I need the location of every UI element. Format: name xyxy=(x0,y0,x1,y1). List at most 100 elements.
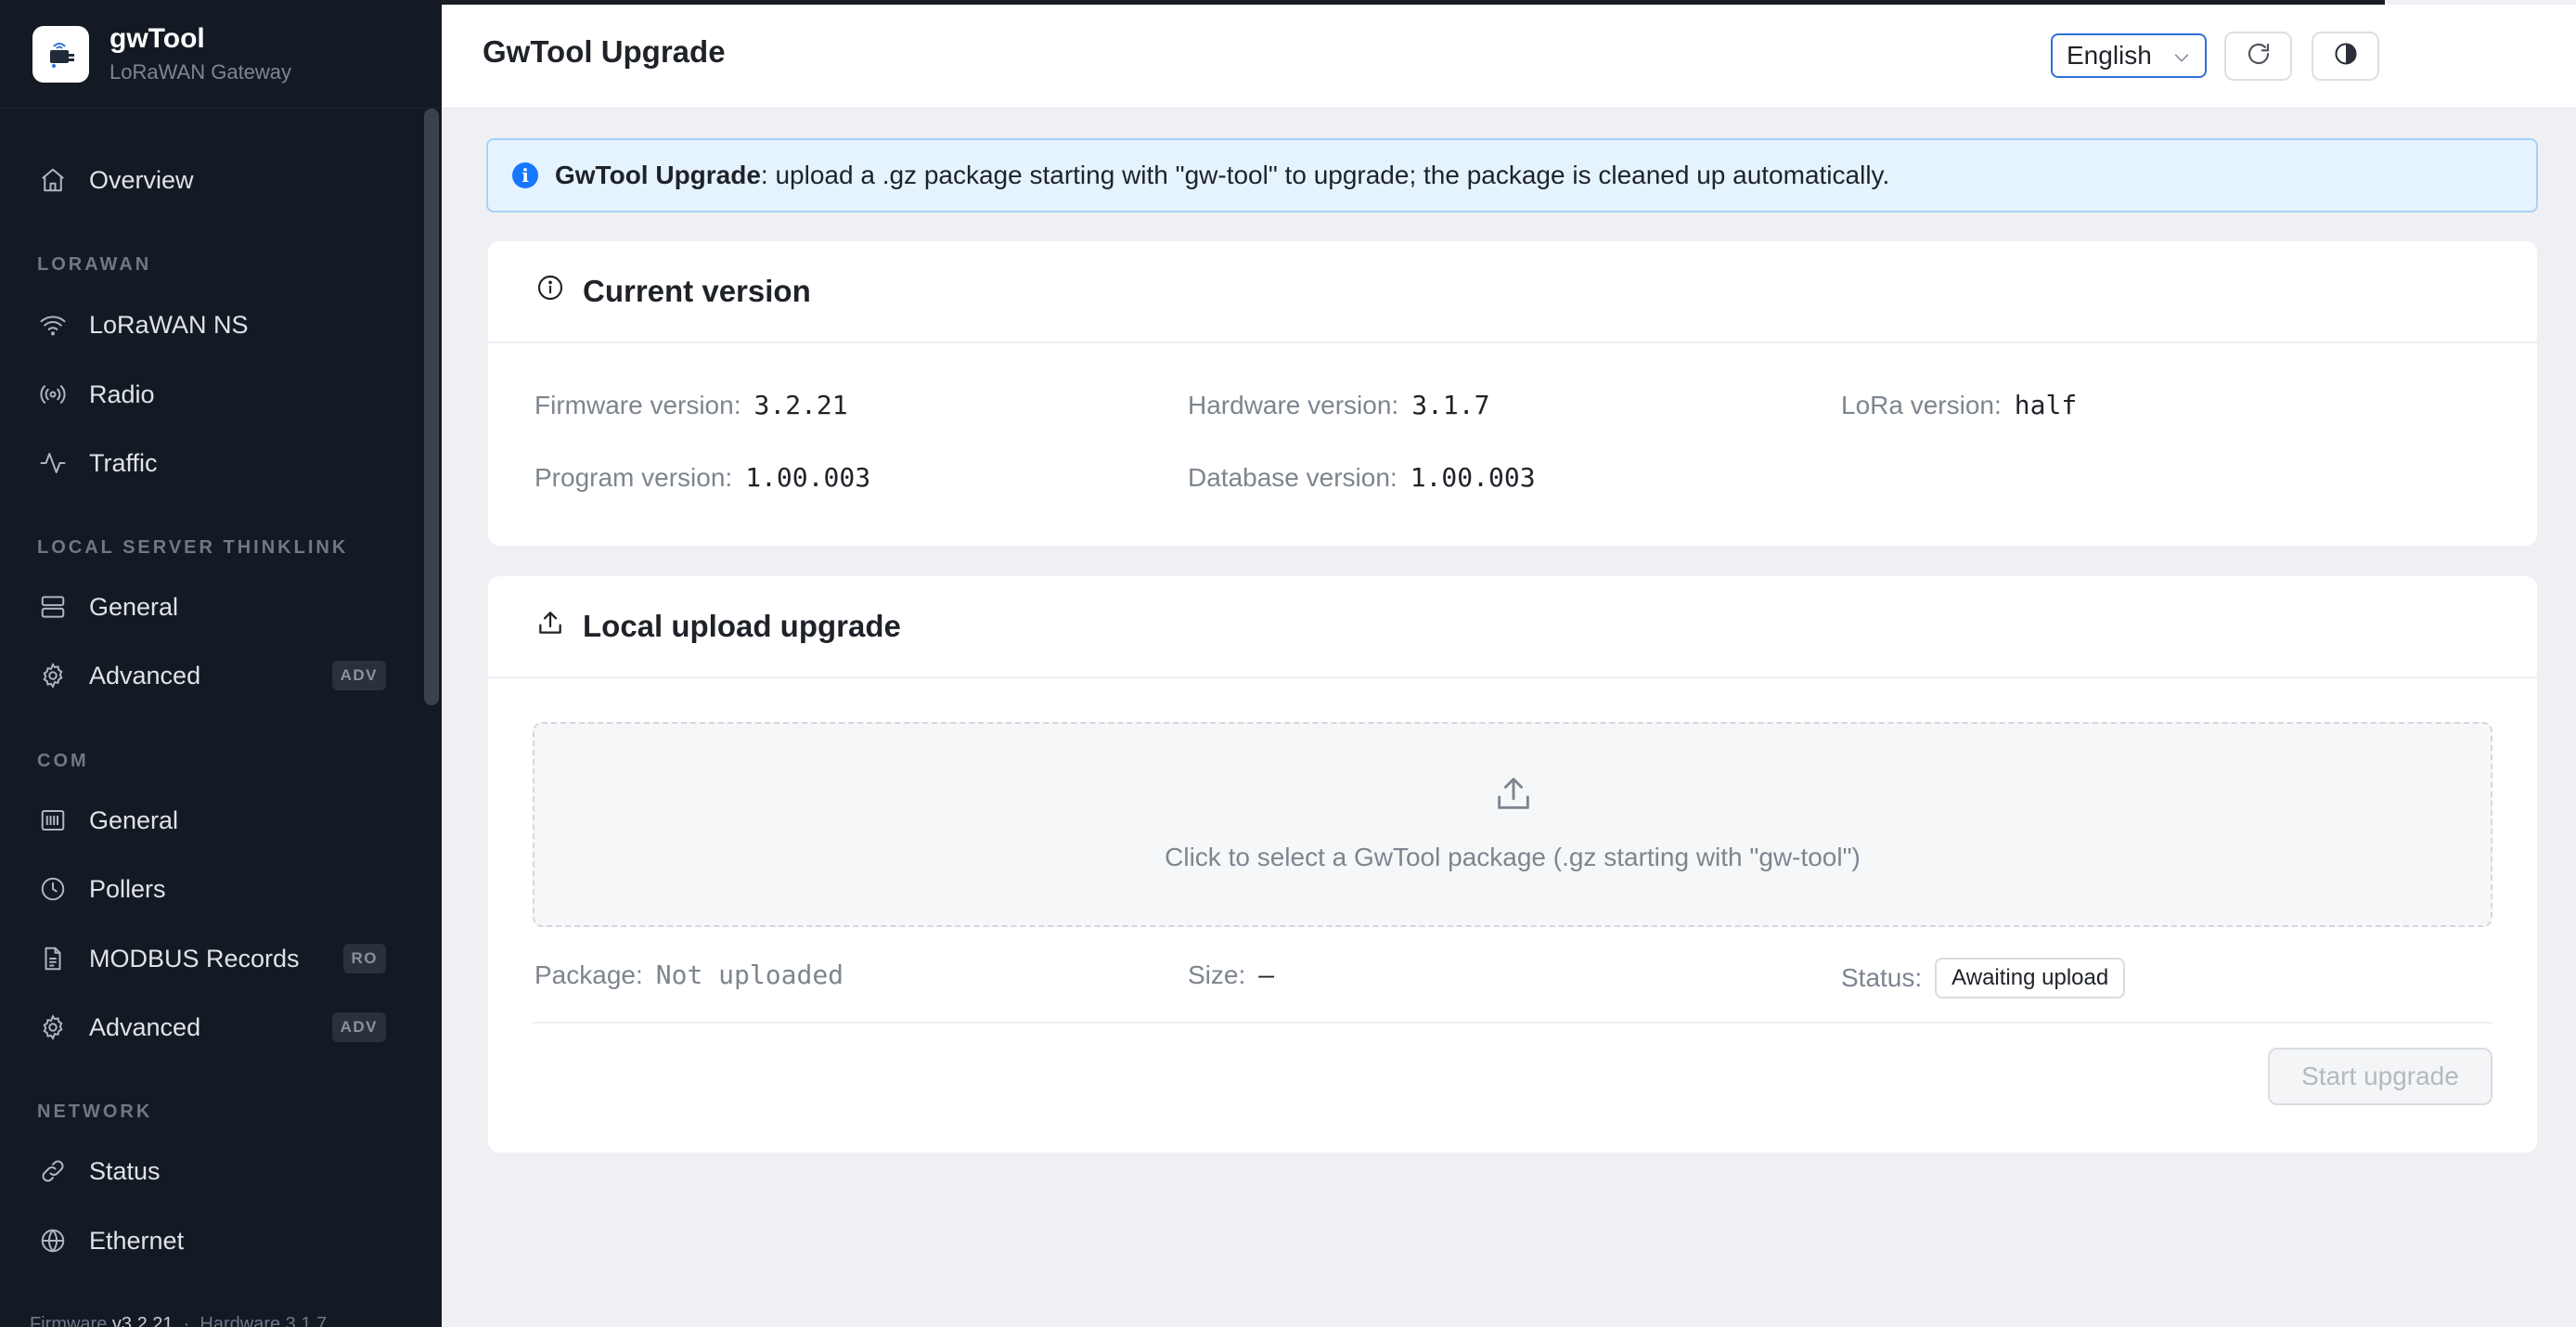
theme-toggle-button[interactable] xyxy=(2312,32,2379,81)
field-colon: : xyxy=(733,391,741,419)
gateway-logo-icon xyxy=(32,25,89,83)
sidebar-item-label: Traffic xyxy=(89,448,158,477)
ro-badge: RO xyxy=(342,944,386,973)
language-select[interactable]: English xyxy=(2051,33,2207,78)
section-lorawan: LORAWAN xyxy=(37,254,152,275)
upload-icon xyxy=(1492,772,1535,815)
field-colon: : xyxy=(1391,391,1399,419)
field-label: Size xyxy=(1188,960,1239,989)
sidebar-item-pollers[interactable]: Pollers xyxy=(0,860,423,918)
language-value: English xyxy=(2067,41,2152,70)
firmware-version-value: 3.2.21 xyxy=(753,390,848,420)
footer-firmware-value: v3.2.21 xyxy=(111,1314,174,1327)
sidebar-item-label: General xyxy=(89,592,179,621)
field-colon: : xyxy=(1389,463,1397,492)
sidebar-item-ethernet[interactable]: Ethernet xyxy=(0,1212,423,1269)
sidebar-item-label: Advanced xyxy=(89,661,201,689)
app-name: gwTool xyxy=(109,23,205,54)
sidebar-item-label: LoRaWAN NS xyxy=(89,310,249,339)
alert-title: GwTool Upgrade xyxy=(555,161,761,189)
sidebar-item-label: Pollers xyxy=(89,874,166,903)
database-version-value: 1.00.003 xyxy=(1410,462,1536,493)
sidebar-item-label: Radio xyxy=(89,380,155,408)
footer-firmware-label: Firmware xyxy=(30,1314,108,1327)
size-field: Size: — xyxy=(1188,960,1274,990)
sidebar-item-overview[interactable]: Overview xyxy=(0,151,423,209)
lora-version-value: half xyxy=(2014,390,2078,420)
barcode-icon xyxy=(37,805,69,836)
package-value: Not uploaded xyxy=(655,960,844,990)
program-version-value: 1.00.003 xyxy=(745,462,871,493)
radio-icon xyxy=(37,379,69,410)
sidebar-item-label: General xyxy=(89,805,179,834)
size-value: — xyxy=(1258,960,1275,990)
field-label: Firmware version xyxy=(535,391,734,419)
divider xyxy=(533,1022,2492,1024)
field-colon: : xyxy=(635,960,643,989)
sidebar-item-local-general[interactable]: General xyxy=(0,578,423,636)
sidebar-item-label: MODBUS Records xyxy=(89,944,300,973)
refresh-button[interactable] xyxy=(2224,32,2292,81)
gear-icon xyxy=(37,1011,69,1043)
refresh-icon xyxy=(2245,40,2273,72)
contrast-icon xyxy=(2333,41,2359,71)
sidebar-item-label: Overview xyxy=(89,165,194,194)
gear-icon xyxy=(37,660,69,691)
adv-badge: ADV xyxy=(331,661,386,690)
sidebar-item-com-advanced[interactable]: Advanced ADV xyxy=(0,998,423,1056)
firmware-version-field: Firmware version: 3.2.21 xyxy=(535,390,848,420)
start-upgrade-button[interactable]: Start upgrade xyxy=(2268,1048,2492,1105)
adv-badge: ADV xyxy=(331,1012,386,1042)
field-label: LoRa version xyxy=(1841,391,1994,419)
field-label: Database version xyxy=(1188,463,1390,492)
sidebar-item-traffic[interactable]: Traffic xyxy=(0,434,423,492)
card-header: Current version xyxy=(488,241,2537,343)
field-colon: : xyxy=(725,463,733,492)
activity-icon xyxy=(37,447,69,479)
document-icon xyxy=(37,943,69,974)
footer-hardware-value: 3.1.7 xyxy=(285,1314,328,1327)
sidebar: gwTool LoRaWAN Gateway Overview LORAWAN … xyxy=(0,0,442,1327)
app-subtitle: LoRaWAN Gateway xyxy=(109,60,292,84)
status-field: Status: Awaiting upload xyxy=(1841,958,2126,998)
info-alert: i GwTool Upgrade: upload a .gz package s… xyxy=(486,138,2538,213)
sidebar-item-lorawan-ns[interactable]: LoRaWAN NS xyxy=(0,296,423,354)
dropzone-text: Click to select a GwTool package (.gz st… xyxy=(1165,843,1861,871)
sidebar-item-radio[interactable]: Radio xyxy=(0,366,423,423)
sidebar-scrollbar[interactable] xyxy=(424,109,439,705)
info-icon: i xyxy=(512,162,538,188)
status-badge: Awaiting upload xyxy=(1935,958,2126,998)
section-local-server: LOCAL SERVER THINKLINK xyxy=(37,537,349,558)
field-colon: : xyxy=(1238,960,1246,989)
field-label: Program version xyxy=(535,463,726,492)
field-colon: : xyxy=(1914,963,1923,992)
link-icon xyxy=(37,1155,69,1187)
field-label: Hardware version xyxy=(1188,391,1392,419)
sidebar-footer: Firmware v3.2.21 · Hardware 3.1.7 xyxy=(30,1314,327,1327)
info-circle-icon xyxy=(535,272,566,303)
card-title: Current version xyxy=(583,274,811,308)
sidebar-item-modbus-records[interactable]: MODBUS Records RO xyxy=(0,930,423,987)
field-colon: : xyxy=(1993,391,2002,419)
upload-icon xyxy=(535,607,566,638)
sidebar-item-local-advanced[interactable]: Advanced ADV xyxy=(0,647,423,704)
home-icon xyxy=(37,164,69,196)
sidebar-item-com-general[interactable]: General xyxy=(0,792,423,849)
card-title: Local upload upgrade xyxy=(583,609,901,643)
hardware-version-field: Hardware version: 3.1.7 xyxy=(1188,390,1490,420)
page-title: GwTool Upgrade xyxy=(483,34,726,69)
wifi-icon xyxy=(37,309,69,341)
package-dropzone[interactable]: Click to select a GwTool package (.gz st… xyxy=(533,722,2492,927)
server-icon xyxy=(37,591,69,623)
sidebar-item-label: Ethernet xyxy=(89,1226,185,1255)
clock-icon xyxy=(37,873,69,905)
local-upload-card: Local upload upgrade Click to select a G… xyxy=(488,576,2537,1153)
card-header: Local upload upgrade xyxy=(488,576,2537,678)
field-label: Package xyxy=(535,960,636,989)
lora-version-field: LoRa version: half xyxy=(1841,390,2077,420)
database-version-field: Database version: 1.00.003 xyxy=(1188,462,1536,493)
hardware-version-value: 3.1.7 xyxy=(1411,390,1490,420)
sidebar-item-label: Advanced xyxy=(89,1012,201,1041)
sidebar-item-status[interactable]: Status xyxy=(0,1142,423,1200)
chevron-down-icon xyxy=(2171,45,2192,74)
